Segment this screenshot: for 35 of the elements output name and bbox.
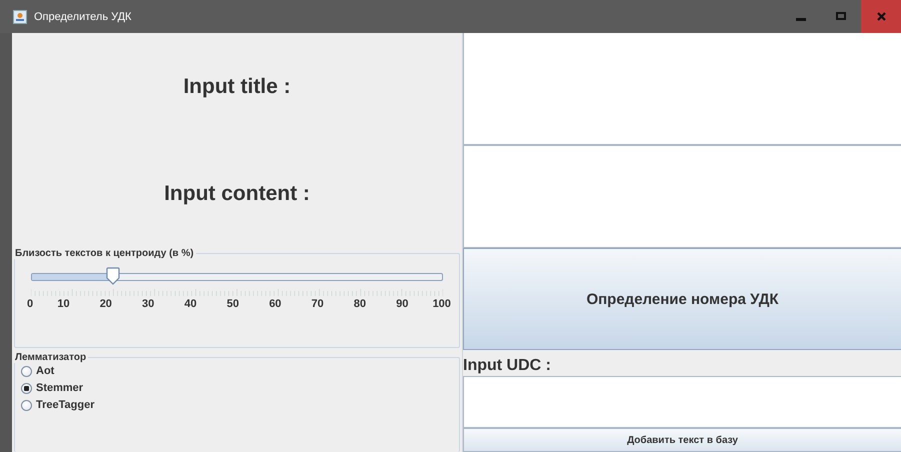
window-title: Определитель УДК [34, 10, 132, 22]
scale-label: 10 [56, 298, 71, 310]
radio-icon[interactable] [21, 366, 32, 376]
minimize-icon [796, 18, 806, 21]
scale-label: 90 [395, 298, 410, 310]
determine-button[interactable]: Определение номера УДК [463, 248, 901, 350]
add-button[interactable]: Добавить текст в базу [463, 428, 901, 452]
scale-label: 60 [268, 298, 282, 310]
group-title: Лемматизатор [14, 352, 88, 363]
radio-option[interactable]: TreeTagger [21, 399, 453, 411]
group-title: Близость текстов к центроиду (в %) [14, 248, 195, 259]
radio-option[interactable]: Stemmer [21, 382, 453, 394]
maximize-icon [836, 12, 846, 21]
scale-label: 80 [352, 298, 367, 310]
slider-track[interactable] [31, 267, 443, 287]
title-input[interactable] [463, 33, 901, 145]
content-input[interactable] [463, 145, 901, 248]
udc-input[interactable] [463, 376, 901, 428]
close-button[interactable] [861, 0, 901, 33]
radio-icon[interactable] [21, 400, 32, 410]
udc-label: Input UDC : [463, 357, 552, 375]
slider-thumb[interactable] [106, 267, 120, 285]
close-icon [876, 12, 886, 21]
scale-label: 30 [141, 298, 156, 310]
scale-label: 50 [226, 298, 240, 310]
scale-label: 20 [98, 298, 113, 310]
radio-icon[interactable] [21, 382, 32, 394]
scale-label: 40 [183, 298, 198, 310]
scale-label: 100 [432, 298, 451, 310]
radio-option[interactable]: Aot [21, 365, 453, 377]
scale-label: 70 [310, 298, 325, 310]
content-label: Input content : [164, 182, 310, 206]
scale-label: 0 [27, 298, 34, 310]
title-label: Input title : [183, 74, 291, 98]
app-icon [13, 10, 27, 24]
